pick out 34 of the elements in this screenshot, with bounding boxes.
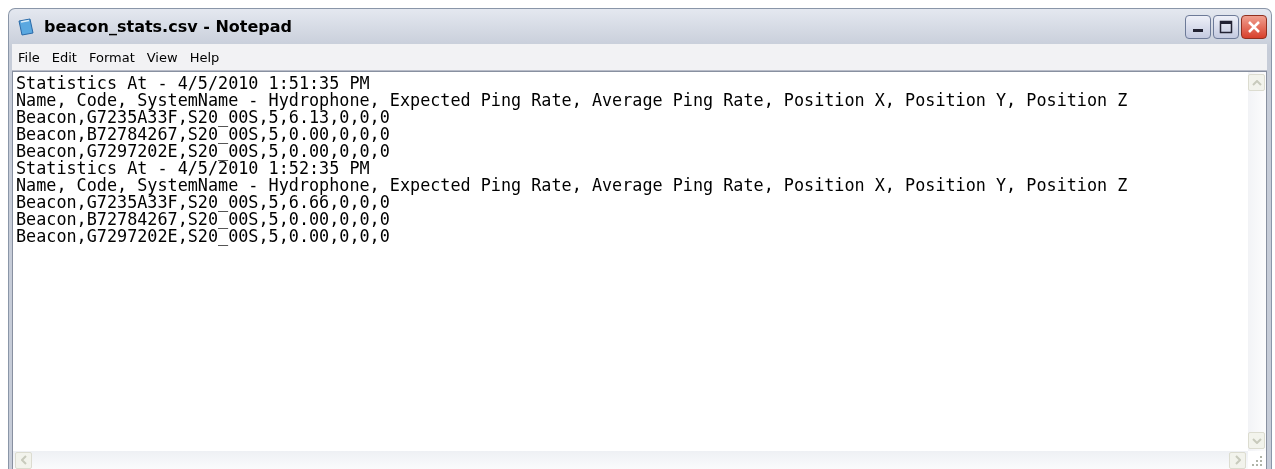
down-chevron-icon — [1251, 437, 1262, 444]
minimize-icon — [1193, 29, 1203, 32]
window-title: beacon_stats.csv - Notepad — [44, 17, 293, 36]
resize-grip-icon[interactable] — [1251, 455, 1263, 467]
text-line: Beacon,B72784267,S20_00S,5,0.00,0,0,0 — [16, 126, 391, 143]
scroll-left-button[interactable] — [15, 451, 32, 469]
right-chevron-icon — [1234, 455, 1241, 465]
close-button[interactable] — [1241, 14, 1267, 39]
left-chevron-icon — [20, 455, 27, 465]
text-line: Beacon,G7297202E,S20_00S,5,0.00,0,0,0 — [16, 228, 391, 245]
text-line: Statistics At - 4/5/2010 1:51:35 PM — [16, 75, 370, 92]
minimize-button[interactable] — [1185, 14, 1211, 39]
text-line: Beacon,G7297202E,S20_00S,5,0.00,0,0,0 — [16, 143, 391, 160]
menu-item[interactable]: Edit — [51, 49, 77, 65]
scroll-right-button[interactable] — [1229, 451, 1246, 469]
scroll-up-button[interactable] — [1248, 74, 1265, 91]
menu-item[interactable]: File — [18, 49, 40, 65]
maximize-icon — [1219, 19, 1233, 34]
vertical-scrollbar[interactable] — [1248, 72, 1266, 451]
up-chevron-icon — [1251, 79, 1262, 86]
text-line: Statistics At - 4/5/2010 1:52:35 PM — [16, 160, 370, 177]
text-line: Beacon,G7235A33F,S20_00S,5,6.66,0,0,0 — [16, 194, 391, 211]
horizontal-scrollbar[interactable] — [13, 451, 1248, 469]
menu-item[interactable]: Help — [189, 49, 220, 65]
scroll-down-button[interactable] — [1248, 432, 1265, 449]
notepad-icon — [16, 16, 36, 37]
menu-item[interactable]: View — [146, 49, 178, 65]
text-line: Name, Code, SystemName - Hydrophone, Expected Ping Rate, Average Ping Rate, Position X, Position Y, Position Z — [16, 177, 1129, 194]
close-icon — [1247, 19, 1261, 34]
text-line: Beacon,B72784267,S20_00S,5,0.00,0,0,0 — [16, 211, 391, 228]
maximize-button[interactable] — [1213, 14, 1239, 39]
menu-item[interactable]: Format — [88, 49, 135, 65]
text-line: Beacon,G7235A33F,S20_00S,5,6.13,0,0,0 — [16, 109, 391, 126]
text-line: Name, Code, SystemName - Hydrophone, Expected Ping Rate, Average Ping Rate, Position X, Position Y, Position Z — [16, 92, 1129, 109]
